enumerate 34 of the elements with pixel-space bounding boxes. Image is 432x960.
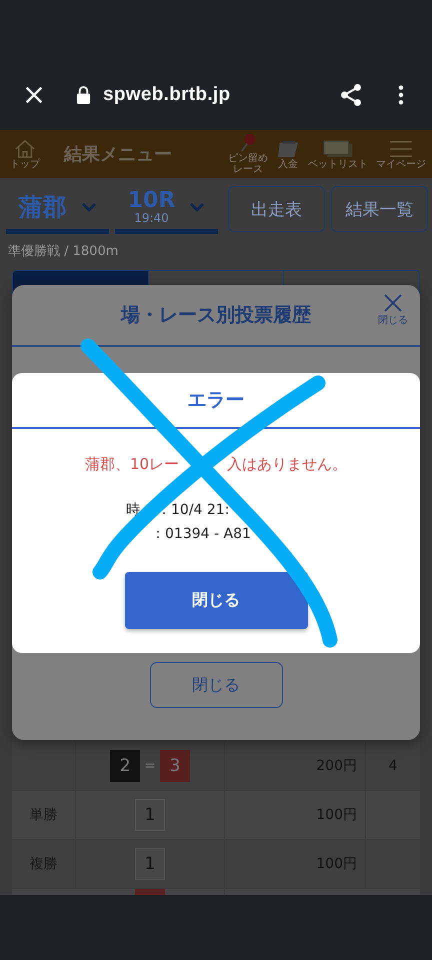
tickets-icon xyxy=(323,138,353,158)
nav-button[interactable]: 結果一覧 xyxy=(331,186,428,232)
detail-text: 時 xyxy=(126,501,140,520)
nav-button[interactable]: 出走表 xyxy=(228,186,325,232)
atm-icon xyxy=(276,138,300,158)
error-message: 入はありません。 xyxy=(227,455,348,474)
close-button[interactable]: 閉じる xyxy=(378,293,408,327)
url-text[interactable]: spweb.brtb.jp xyxy=(103,84,338,106)
chevron-icon xyxy=(189,202,206,212)
separator-text: = xyxy=(144,758,156,774)
nav-item[interactable]: ベットリスト xyxy=(308,138,368,170)
home-nav-item[interactable]: トップ xyxy=(10,138,40,170)
more-icon[interactable] xyxy=(398,84,404,106)
menu-nav-item[interactable]: マイページ xyxy=(376,138,426,170)
header-title: 結果メニュー xyxy=(64,143,173,166)
dialog-title: 場・レース別投票履歴 xyxy=(121,303,311,328)
close-button[interactable]: 閉じる xyxy=(150,662,282,708)
boat-number: 2 xyxy=(110,750,140,782)
close-button[interactable]: 閉じる xyxy=(124,572,308,629)
menu-icon xyxy=(389,138,413,158)
close-icon xyxy=(383,293,403,313)
dialog-title: エラー xyxy=(12,373,420,429)
detail-text: ：01394 - A81 xyxy=(151,525,251,544)
share-icon[interactable] xyxy=(338,82,364,108)
race-selector[interactable]: 10R 19:40 xyxy=(115,184,218,234)
home-icon xyxy=(13,138,37,158)
error-message: 蒲郡、10レー xyxy=(84,455,180,474)
close-icon[interactable] xyxy=(23,84,45,106)
nav-item[interactable]: 入金 xyxy=(276,138,300,170)
lock-icon xyxy=(76,86,91,104)
chevron-icon xyxy=(80,202,96,212)
race-info: 準優勝戦 / 1800m xyxy=(7,243,120,261)
boat-number: 3 xyxy=(160,750,190,782)
nav-item[interactable]: ピン留め レース xyxy=(228,133,268,175)
